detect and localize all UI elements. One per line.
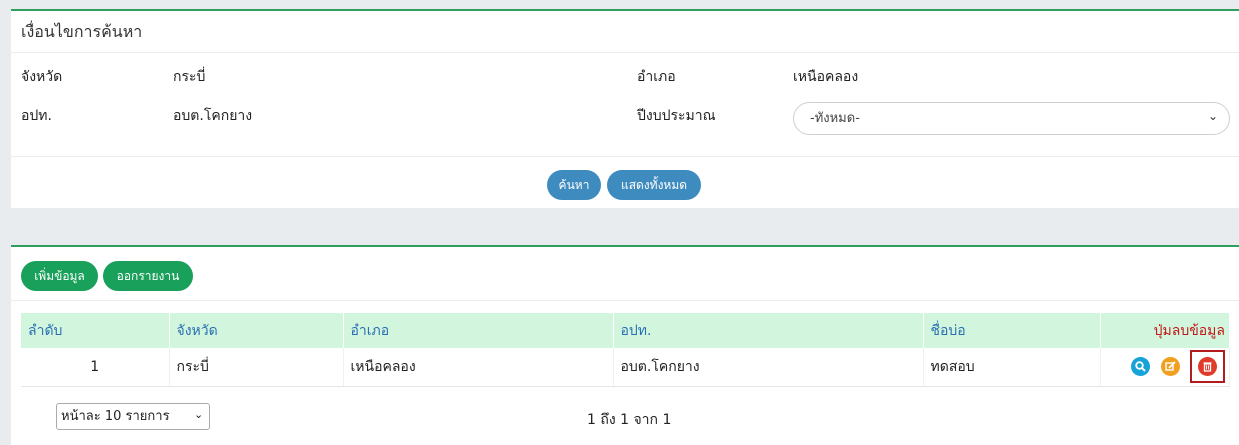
- toolbar-divider: [11, 300, 1239, 301]
- col-header-no: ลำดับ: [21, 313, 170, 348]
- budget-year-label: ปีงบประมาณ: [637, 108, 716, 124]
- table-row: 1 กระบี่ เหนือคลอง อบต.โคกยาง ทดสอบ: [21, 348, 1230, 387]
- edit-icon[interactable]: [1160, 357, 1180, 377]
- trash-icon[interactable]: [1198, 357, 1217, 377]
- search-icon[interactable]: [1131, 357, 1151, 377]
- province-value: กระบี่: [173, 69, 206, 85]
- district-label: อำเภอ: [637, 69, 676, 85]
- delete-highlight-box: [1190, 350, 1225, 384]
- page-size-select[interactable]: หน้าละ 10 รายการ: [56, 403, 210, 430]
- cell-province: กระบี่: [169, 348, 344, 387]
- col-header-pond-name: ชื่อบ่อ: [923, 313, 1101, 348]
- cell-lao: อบต.โคกยาง: [613, 348, 924, 387]
- cell-district: เหนือคลอง: [343, 348, 614, 387]
- district-value: เหนือคลอง: [793, 69, 859, 85]
- lao-value: อบต.โคกยาง: [173, 108, 253, 124]
- col-header-province: จังหวัด: [169, 313, 344, 348]
- table-header-row: ลำดับ จังหวัด อำเภอ อปท. ชื่อบ่อ ปุ่มลบข…: [21, 313, 1230, 348]
- budget-year-select[interactable]: -ทั้งหมด-: [793, 102, 1230, 135]
- search-divider: [11, 156, 1239, 157]
- show-all-button[interactable]: แสดงทั้งหมด: [607, 170, 701, 200]
- province-label: จังหวัด: [21, 69, 63, 85]
- cell-actions: [1100, 348, 1230, 387]
- cell-no: 1: [21, 348, 170, 387]
- search-panel: เงื่อนไขการค้นหา จังหวัด กระบี่ อำเภอ เห…: [11, 9, 1239, 208]
- pagination-info: 1 ถึง 1 จาก 1: [587, 412, 672, 428]
- export-report-button[interactable]: ออกรายงาน: [103, 261, 193, 291]
- cell-pond-name: ทดสอบ: [923, 348, 1101, 387]
- col-header-district: อำเภอ: [343, 313, 614, 348]
- search-button[interactable]: ค้นหา: [547, 170, 601, 200]
- data-panel: เพิ่มข้อมูล ออกรายงาน ลำดับ จังหวัด อำเภ…: [11, 245, 1239, 445]
- lao-label: อปท.: [21, 108, 52, 124]
- col-header-delete: ปุ่มลบข้อมูล: [1100, 313, 1230, 348]
- data-table: ลำดับ จังหวัด อำเภอ อปท. ชื่อบ่อ ปุ่มลบข…: [21, 313, 1230, 387]
- search-panel-title: เงื่อนไขการค้นหา: [11, 11, 1239, 53]
- add-data-button[interactable]: เพิ่มข้อมูล: [21, 261, 98, 291]
- col-header-lao: อปท.: [613, 313, 924, 348]
